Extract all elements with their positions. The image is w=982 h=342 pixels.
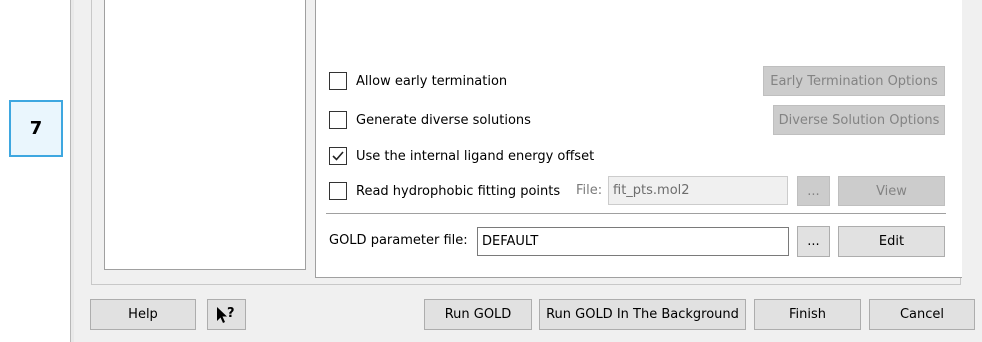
context-help-icon: ?	[216, 306, 235, 323]
diverse-solutions-label: Generate diverse solutions	[356, 112, 531, 128]
hydrophobic-browse-button[interactable]: ...	[797, 176, 830, 206]
param-file-edit-button[interactable]: Edit	[838, 226, 945, 257]
param-file-input[interactable]: DEFAULT	[477, 227, 789, 256]
run-gold-button[interactable]: Run GOLD	[424, 299, 532, 330]
hydrophobic-option[interactable]: Read hydrophobic fitting points	[329, 182, 560, 200]
param-file-label: GOLD parameter file:	[329, 233, 468, 248]
ligand-energy-option[interactable]: Use the internal ligand energy offset	[329, 147, 594, 165]
step-badge: 7	[9, 100, 63, 157]
separator	[326, 213, 946, 214]
hydrophobic-view-button[interactable]: View	[838, 176, 945, 206]
diverse-solutions-option[interactable]: Generate diverse solutions	[329, 111, 531, 129]
param-file-browse-button[interactable]: ...	[797, 226, 830, 257]
left-list-panel	[104, 0, 306, 270]
cancel-button[interactable]: Cancel	[869, 299, 975, 330]
run-gold-background-button[interactable]: Run GOLD In The Background	[539, 299, 746, 330]
file-label: File:	[576, 183, 603, 198]
hydrophobic-checkbox[interactable]	[329, 182, 347, 200]
finish-button[interactable]: Finish	[754, 299, 861, 330]
early-termination-options-button[interactable]: Early Termination Options	[763, 66, 945, 96]
ligand-energy-label: Use the internal ligand energy offset	[356, 148, 595, 164]
early-termination-label: Allow early termination	[356, 73, 508, 89]
hydrophobic-file-input[interactable]: fit_pts.mol2	[608, 176, 788, 205]
early-termination-checkbox[interactable]	[329, 72, 347, 90]
early-termination-option[interactable]: Allow early termination	[329, 72, 507, 90]
ligand-energy-checkbox[interactable]	[329, 147, 347, 165]
diverse-solutions-checkbox[interactable]	[329, 111, 347, 129]
help-button[interactable]: Help	[90, 299, 196, 330]
context-help-button[interactable]: ?	[207, 299, 246, 330]
checkmark-icon	[332, 151, 344, 161]
svg-text:?: ?	[227, 306, 235, 321]
hydrophobic-label: Read hydrophobic fitting points	[356, 183, 561, 199]
diverse-solution-options-button[interactable]: Diverse Solution Options	[773, 105, 945, 135]
